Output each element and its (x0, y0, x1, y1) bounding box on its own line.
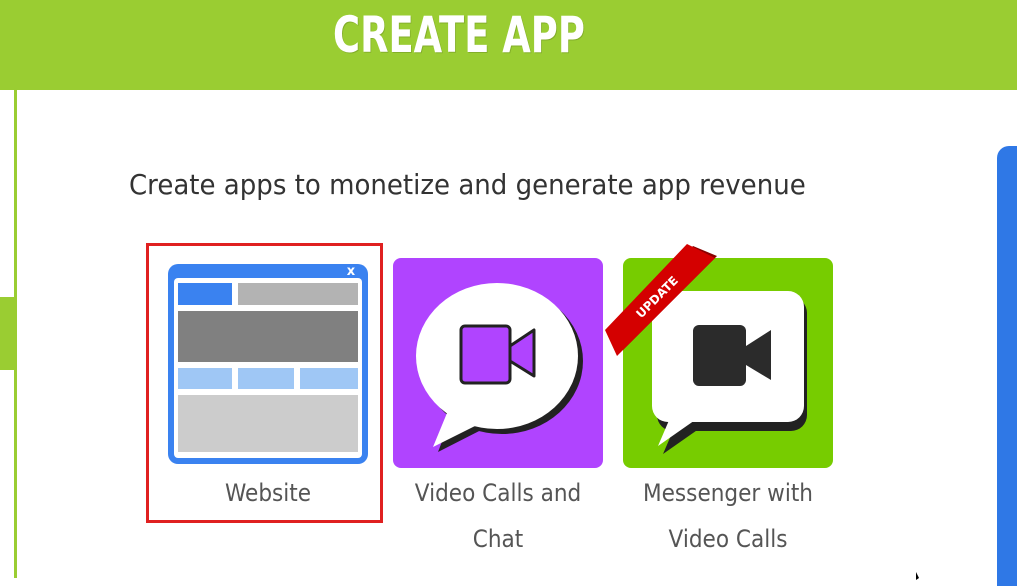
app-label-line: Chat (472, 525, 524, 553)
right-side-panel[interactable] (997, 146, 1017, 586)
selected-tile-outline (146, 243, 383, 523)
app-label-messenger[interactable]: Messenger with Video Calls (634, 470, 823, 562)
left-side-tab[interactable] (0, 297, 17, 370)
app-label-video-chat[interactable]: Video Calls and Chat (404, 470, 593, 562)
app-label-line: Messenger with (643, 479, 813, 507)
video-chat-bubble-icon (416, 283, 583, 452)
update-ribbon: UPDATE (605, 244, 717, 356)
header-bar: CREATE APP (0, 0, 1017, 90)
mouse-cursor-icon (916, 572, 919, 580)
app-label-line: Video Calls and (414, 479, 582, 507)
section-subtitle: Create apps to monetize and generate app… (129, 168, 806, 201)
app-label-line: Video Calls (668, 525, 788, 553)
app-tile-video-chat[interactable] (393, 258, 603, 468)
page-title: CREATE APP (333, 6, 585, 64)
